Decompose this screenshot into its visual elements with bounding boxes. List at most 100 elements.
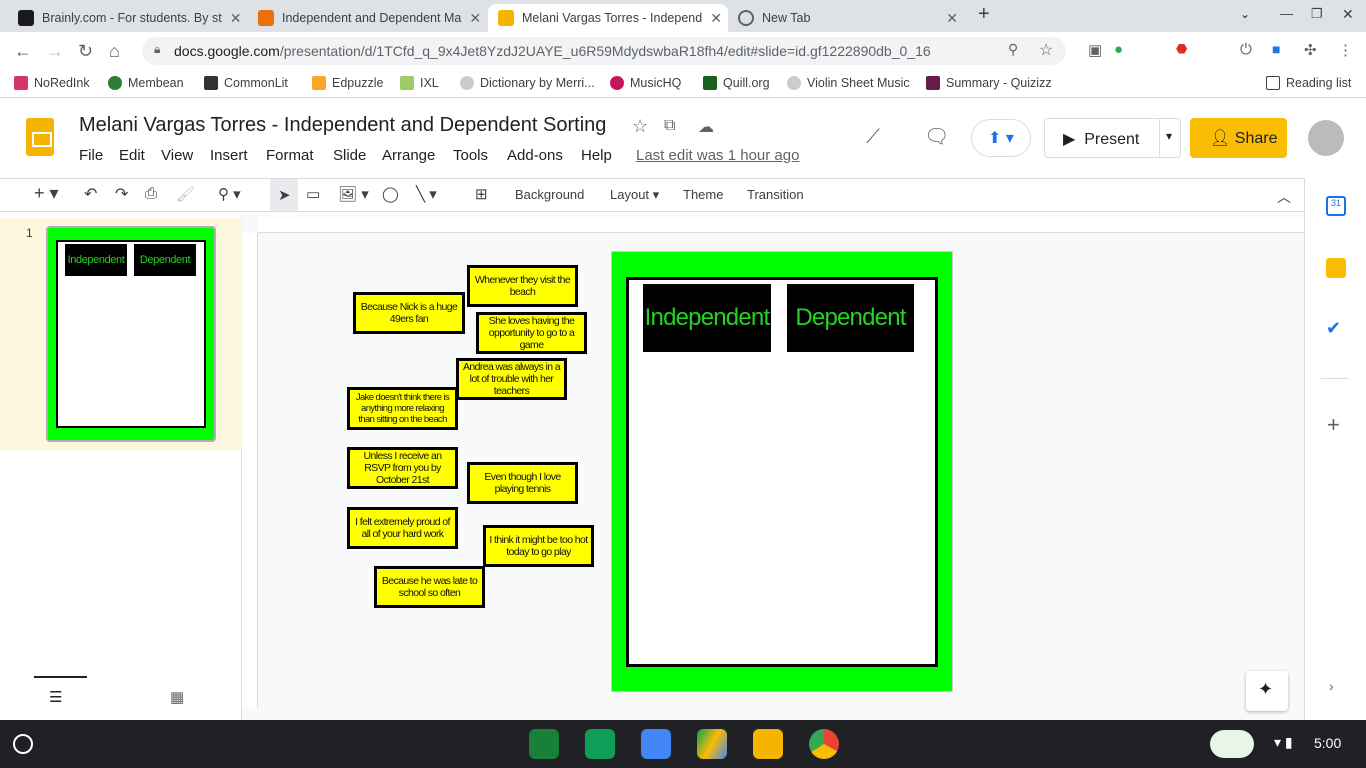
slides-app-icon[interactable] [753, 729, 783, 759]
tab-brainly[interactable]: Brainly.com - For students. By st ✕ [8, 4, 248, 32]
extension-icon[interactable]: ▣ [1088, 41, 1102, 59]
sentence-card[interactable]: She loves having the opportunity to go t… [476, 312, 587, 354]
bookmark-musichq[interactable]: MusicHQ [610, 76, 681, 90]
adblock-icon[interactable]: ⬣ [1176, 41, 1187, 57]
tab-independent-dependent[interactable]: Independent and Dependent Ma ✕ [248, 4, 488, 32]
new-tab-button[interactable]: + [978, 3, 990, 26]
chrome-app-icon[interactable] [809, 729, 839, 759]
paint-format-icon[interactable]: 🖌︎ [176, 185, 195, 203]
sentence-card[interactable]: Even though I love playing tennis [467, 462, 578, 504]
close-icon[interactable]: ✕ [230, 10, 242, 27]
close-icon[interactable]: ✕ [710, 10, 722, 27]
shape-icon[interactable]: ◯ [382, 185, 399, 203]
bookmark-edpuzzle[interactable]: Edpuzzle [312, 76, 383, 90]
transition-button[interactable]: Transition [747, 187, 804, 202]
bookmark-noredink[interactable]: NoRedInk [14, 76, 90, 90]
sentence-card[interactable]: Jake doesn't think there is anything mor… [347, 387, 458, 430]
tasks-icon[interactable]: ✔ [1326, 318, 1341, 339]
slide-thumbnail[interactable]: Independent Dependent [46, 226, 216, 442]
present-button[interactable]: ▶ Present ▾ [1044, 118, 1181, 158]
avatar[interactable] [1308, 120, 1344, 156]
calendar-icon[interactable]: 31 [1326, 196, 1346, 216]
menu-slide[interactable]: Slide [333, 147, 366, 164]
add-addon-icon[interactable]: + [1327, 412, 1340, 438]
collapse-menus-icon[interactable]: ︿ [1277, 187, 1291, 207]
chrome-menu-icon[interactable]: ⋮ [1338, 41, 1353, 59]
launcher-icon[interactable] [13, 734, 33, 754]
text-box-icon[interactable]: ▭ [306, 185, 320, 203]
extensions-puzzle-icon[interactable]: ✣ [1304, 41, 1317, 59]
header-independent[interactable]: Independent [643, 284, 771, 352]
menu-format[interactable]: Format [266, 147, 314, 164]
menu-edit[interactable]: Edit [119, 147, 145, 164]
comments-icon[interactable]: 🗨︎ [924, 124, 949, 149]
reload-icon[interactable]: ↻ [78, 41, 93, 62]
meet-present-button[interactable]: ⬆ ▾ [971, 119, 1031, 157]
share-button[interactable]: 👤︎ Share [1190, 118, 1287, 158]
bookmark-dictionary[interactable]: Dictionary by Merri... [460, 76, 595, 90]
last-edit-link[interactable]: Last edit was 1 hour ago [636, 147, 799, 164]
horizontal-ruler[interactable] [258, 217, 1304, 233]
star-icon[interactable]: ☆ [632, 116, 648, 137]
redo-icon[interactable]: ↷ [115, 184, 128, 204]
bookmark-violin[interactable]: Violin Sheet Music [787, 76, 910, 90]
activity-trend-icon[interactable]: ⟋ [866, 126, 880, 149]
image-icon[interactable]: 🖼︎ ▾ [338, 185, 369, 203]
vertical-ruler[interactable] [242, 233, 258, 708]
menu-insert[interactable]: Insert [210, 147, 248, 164]
classroom-app-icon[interactable] [529, 729, 559, 759]
close-icon[interactable]: ✕ [469, 10, 481, 27]
bing-icon[interactable]: ■ [1272, 41, 1280, 57]
tab-melani-vargas[interactable]: Melani Vargas Torres - Independ ✕ [488, 4, 728, 32]
close-icon[interactable]: ✕ [946, 10, 958, 27]
bookmark-membeam[interactable]: Membean [108, 76, 184, 90]
sentence-card[interactable]: Unless I receive an RSVP from you by Oct… [347, 447, 458, 489]
home-icon[interactable]: ⌂ [109, 41, 120, 62]
sentence-card[interactable]: I felt extremely proud of all of your ha… [347, 507, 458, 549]
menu-file[interactable]: File [79, 147, 103, 164]
undo-icon[interactable]: ↶ [84, 184, 97, 204]
forward-icon[interactable]: → [46, 41, 64, 62]
expand-panel-icon[interactable]: › [1329, 678, 1334, 694]
header-dependent[interactable]: Dependent [787, 284, 914, 352]
clock[interactable]: 5:00 [1314, 735, 1341, 751]
bookmark-star-icon[interactable]: ☆ [1039, 40, 1053, 60]
theme-button[interactable]: Theme [683, 187, 723, 202]
bookmark-quill[interactable]: Quill.org [703, 76, 770, 90]
present-dropdown-icon[interactable]: ▾ [1159, 119, 1172, 157]
sentence-card[interactable]: I think it might be too hot today to go … [483, 525, 594, 567]
wifi-battery-icon[interactable]: ▾ ▮ [1274, 734, 1293, 751]
background-button[interactable]: Background [515, 187, 584, 202]
reading-list-button[interactable]: Reading list [1266, 76, 1351, 90]
menu-tools[interactable]: Tools [453, 147, 488, 164]
grid-view-icon[interactable]: ▦ [170, 688, 184, 706]
sentence-card[interactable]: Because he was late to school so often [374, 566, 485, 608]
layout-button[interactable]: Layout ▾ [610, 187, 659, 203]
line-icon[interactable]: ╲ ▾ [416, 185, 437, 203]
keep-icon[interactable] [1326, 258, 1346, 278]
new-slide-icon[interactable]: + ▾ [34, 183, 59, 204]
sheets-app-icon[interactable] [585, 729, 615, 759]
menu-help[interactable]: Help [581, 147, 612, 164]
menu-addons[interactable]: Add-ons [507, 147, 563, 164]
menu-arrange[interactable]: Arrange [382, 147, 435, 164]
sentence-card[interactable]: Because Nick is a huge 49ers fan [353, 292, 465, 334]
bookmark-commonlit[interactable]: CommonLit [204, 76, 288, 90]
filmstrip-view-icon[interactable]: ☰ [49, 688, 62, 706]
docs-app-icon[interactable] [641, 729, 671, 759]
zoom-icon[interactable]: ⚲ ▾ [218, 185, 241, 203]
close-window-icon[interactable]: ✕ [1342, 6, 1354, 23]
slides-logo-icon[interactable] [26, 118, 54, 156]
cloud-saved-icon[interactable]: ☁ [698, 117, 714, 137]
minimize-icon[interactable]: — [1280, 6, 1293, 21]
document-title[interactable]: Melani Vargas Torres - Independent and D… [79, 114, 606, 137]
print-icon[interactable]: ⎙ [145, 185, 157, 202]
tab-new-tab[interactable]: New Tab ✕ [728, 4, 968, 32]
menu-view[interactable]: View [161, 147, 193, 164]
drive-app-icon[interactable] [697, 729, 727, 759]
power-icon[interactable]: ⏻ [1240, 41, 1252, 58]
tab-search-icon[interactable]: ⌄ [1240, 7, 1250, 21]
select-tool-icon[interactable]: ➤ [270, 179, 298, 211]
zoom-icon[interactable]: ⚲ [1008, 41, 1018, 58]
tray-avatars[interactable] [1210, 730, 1254, 758]
